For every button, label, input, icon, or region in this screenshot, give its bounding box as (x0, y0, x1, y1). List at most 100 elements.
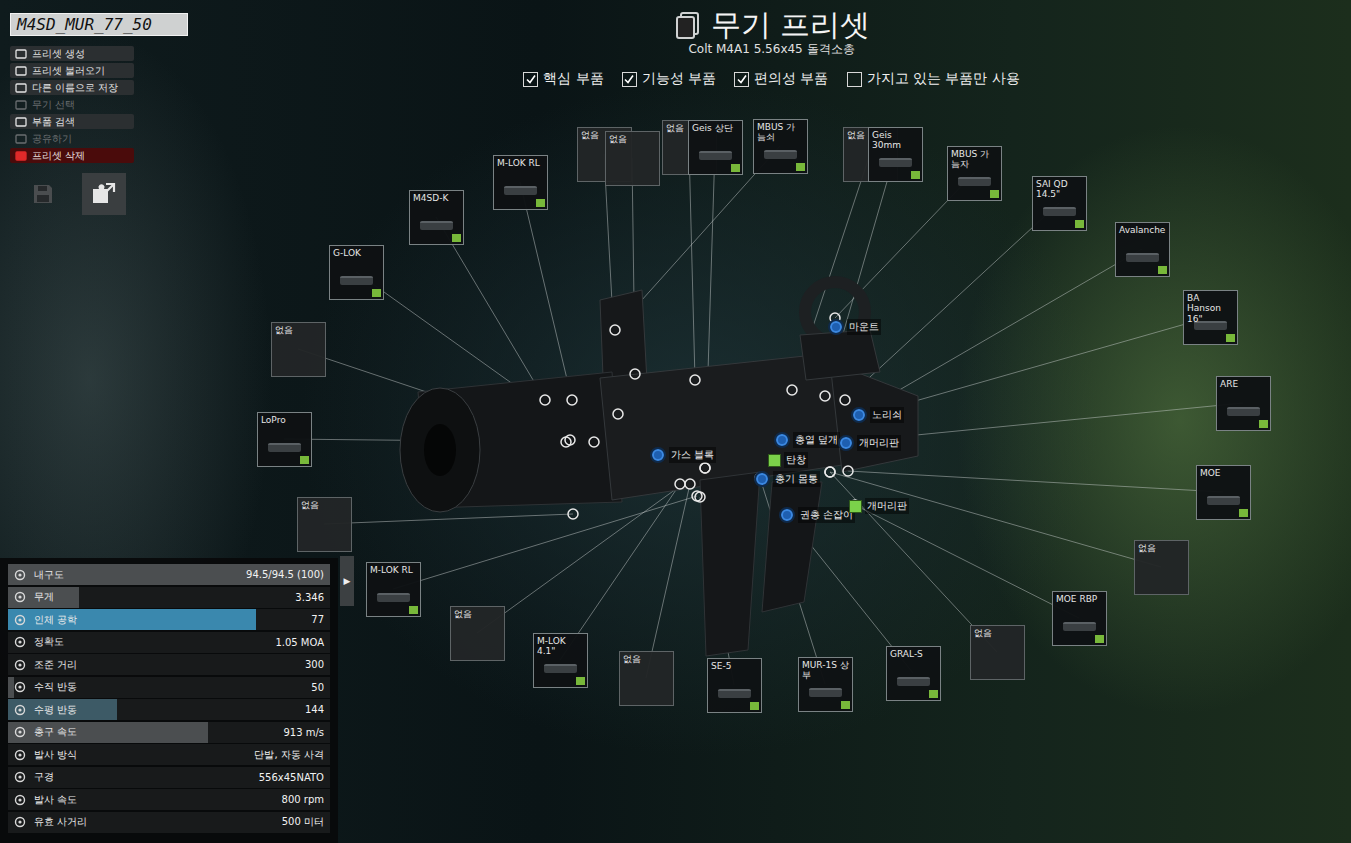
part-slot[interactable]: MBUS 가늠자 (947, 146, 1002, 201)
attach-point[interactable] (843, 466, 853, 476)
attach-point[interactable] (610, 325, 620, 335)
preset-name-field[interactable]: M4SD_MUR_77_50 (10, 13, 188, 36)
part-slot[interactable]: GRAL-S (886, 646, 941, 701)
attach-point[interactable] (613, 409, 623, 419)
slot-marker[interactable]: 가스 블록 (650, 447, 716, 463)
attach-point[interactable] (820, 391, 830, 401)
slot-name: MOE RBP (1056, 594, 1103, 604)
slot-name: MOE (1200, 468, 1247, 478)
part-slot[interactable]: M-LOK RL (366, 562, 421, 617)
link-lines (284, 146, 1243, 685)
menu-item[interactable]: 프리셋 불러오기 (10, 63, 134, 78)
owned-badge-icon (990, 190, 999, 198)
stat-icon (14, 681, 26, 693)
part-slot[interactable]: G-LOK (329, 245, 384, 300)
filter-checkbox[interactable]: 핵심 부품 (523, 70, 603, 88)
attach-point[interactable] (690, 375, 700, 385)
slot-marker[interactable]: 탄창 (768, 452, 808, 468)
filter-checkbox[interactable]: 가지고 있는 부품만 사용 (847, 70, 1020, 88)
attach-point[interactable] (692, 491, 702, 501)
part-slot[interactable]: SE-5 (707, 658, 762, 713)
stat-icon (14, 569, 26, 581)
menu-item[interactable]: 다른 이름으로 저장 (10, 80, 134, 95)
part-slot[interactable]: 없음 (297, 497, 352, 552)
slot-marker[interactable]: 총기 몸통 (754, 471, 820, 487)
part-thumb-icon (1126, 253, 1159, 262)
owned-badge-icon (796, 163, 805, 171)
part-slot[interactable]: ARE (1216, 376, 1271, 431)
filter-checkbox[interactable]: 편의성 부품 (734, 70, 828, 88)
attach-point[interactable] (685, 479, 695, 489)
stat-icon (14, 816, 26, 828)
menu-item[interactable]: 프리셋 삭제 (10, 148, 134, 163)
menu-item[interactable]: 프리셋 생성 (10, 46, 134, 61)
part-slot[interactable]: M4SD-K (409, 190, 464, 245)
page-title: 무기 프리셋 (711, 8, 871, 41)
weapon-icon[interactable] (400, 282, 918, 656)
part-slot[interactable]: MBUS 가늠쇠 (753, 119, 808, 174)
slot-marker[interactable]: 개머리판 (838, 435, 901, 451)
stat-value: 800 rpm (282, 794, 324, 805)
part-slot[interactable]: LoPro (257, 412, 312, 467)
stat-label: 총구 속도 (34, 725, 77, 739)
slot-name: MUR-1S 상부 (802, 660, 849, 681)
owned-badge-icon (731, 164, 740, 172)
stat-row: 수평 반동144 (8, 699, 330, 720)
attach-point[interactable] (840, 395, 850, 405)
part-slot[interactable]: 없음 (271, 322, 326, 377)
part-slot[interactable]: Geis 상단 (688, 120, 743, 175)
attach-point[interactable] (825, 467, 835, 477)
menu-item[interactable]: 부품 검색 (10, 114, 134, 129)
part-slot[interactable]: Geis 30mm (868, 127, 923, 182)
part-slot[interactable]: M-LOK RL (493, 155, 548, 210)
owned-badge-icon (452, 234, 461, 242)
attach-point[interactable] (700, 463, 710, 473)
part-slot[interactable]: 없음 (605, 131, 660, 186)
checkmark-icon (623, 73, 635, 85)
slot-marker[interactable]: 권총 손잡이 (779, 507, 855, 523)
attach-point[interactable] (825, 467, 835, 477)
slot-marker[interactable]: 노리쇠 (851, 407, 904, 423)
filter-checkbox[interactable]: 기능성 부품 (622, 70, 716, 88)
part-slot[interactable]: MUR-1S 상부 (798, 657, 853, 712)
marker-label: 탄창 (784, 452, 808, 468)
stat-label: 정확도 (34, 635, 64, 649)
part-slot[interactable]: M-LOK 4.1" (533, 633, 588, 688)
part-slot[interactable]: 없음 (970, 625, 1025, 680)
attach-point[interactable] (589, 437, 599, 447)
attach-point[interactable] (540, 395, 550, 405)
slot-name: Avalanche (1119, 225, 1166, 235)
slot-marker[interactable]: 마운트 (828, 319, 881, 335)
stats-collapse-tab[interactable]: ▶ (340, 556, 354, 606)
preset-icon (673, 10, 703, 40)
part-thumb-icon (544, 664, 577, 673)
part-slot[interactable]: SAI QD 14.5" (1032, 176, 1087, 231)
checkmark-icon (736, 73, 748, 85)
part-slot[interactable]: BA Hanson 16" (1183, 290, 1238, 345)
attach-point[interactable] (561, 437, 571, 447)
attach-point[interactable] (675, 479, 685, 489)
checkbox-icon (523, 72, 538, 87)
attach-point[interactable] (568, 509, 578, 519)
stat-value: 단발, 자동 사격 (254, 748, 324, 762)
marker-label: 노리쇠 (870, 407, 904, 423)
part-slot[interactable]: 없음 (450, 606, 505, 661)
attach-point[interactable] (630, 369, 640, 379)
menu-item-icon (15, 100, 27, 110)
part-thumb-icon (809, 688, 842, 697)
socket-marker-icon (779, 507, 795, 523)
attach-point[interactable] (787, 385, 797, 395)
export-button[interactable] (82, 173, 126, 215)
owned-badge-icon (409, 606, 418, 614)
part-slot[interactable]: MOE (1196, 465, 1251, 520)
slot-marker[interactable]: 개머리판 (849, 498, 909, 514)
slot-marker[interactable]: 총열 덮개 (774, 432, 840, 448)
part-slot[interactable]: Avalanche (1115, 222, 1170, 277)
part-slot[interactable]: 없음 (619, 651, 674, 706)
save-button (30, 173, 56, 215)
socket-marker-icon (754, 471, 770, 487)
attach-point[interactable] (700, 463, 710, 473)
attach-point[interactable] (567, 395, 577, 405)
part-slot[interactable]: MOE RBP (1052, 591, 1107, 646)
part-slot[interactable]: 없음 (1134, 540, 1189, 595)
